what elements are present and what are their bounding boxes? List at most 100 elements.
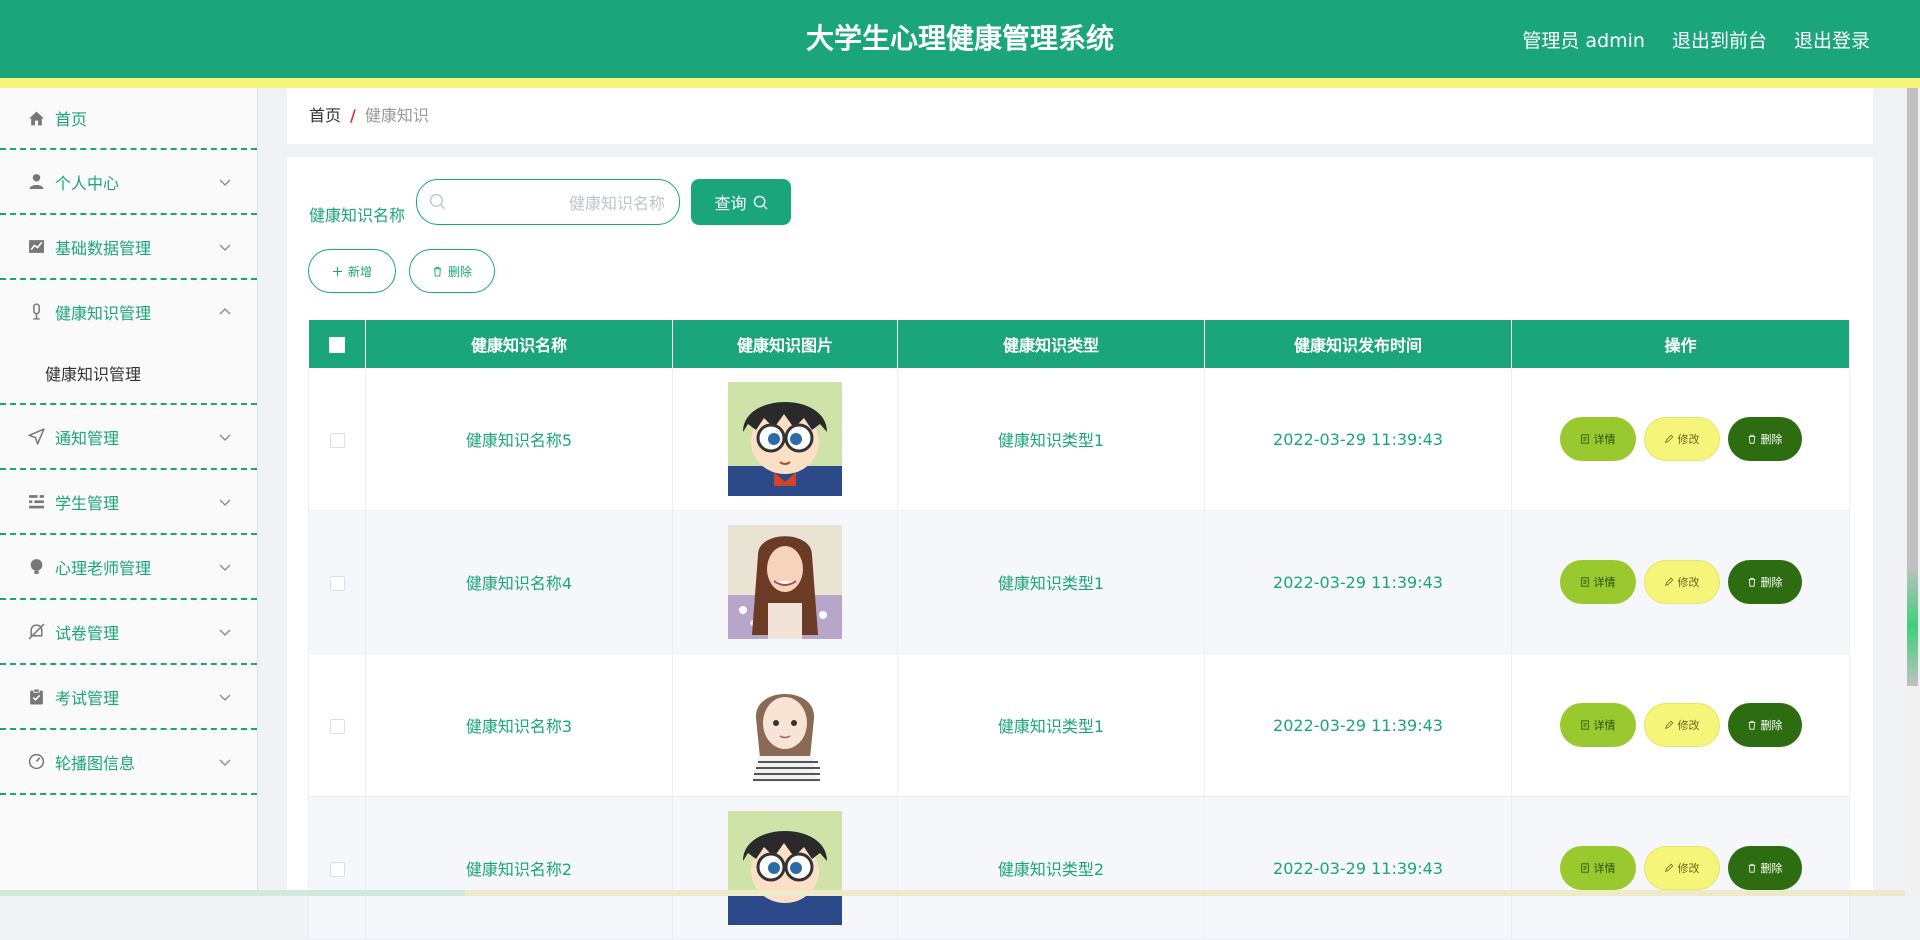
health-knowledge-submenu: 健康知识管理 <box>0 343 257 405</box>
edit-icon <box>1664 720 1673 729</box>
sidebar-item-personal-center[interactable]: 个人中心 <box>0 150 257 215</box>
send-icon <box>27 428 45 446</box>
delete-button[interactable]: 删除 <box>1727 417 1802 461</box>
column-header-name: 健康知识名称 <box>365 320 673 368</box>
exit-to-frontend-link[interactable]: 退出到前台 <box>1672 26 1767 53</box>
home-icon <box>27 109 45 127</box>
detail-button[interactable]: 详情 <box>1559 703 1636 747</box>
document-icon <box>1580 863 1589 873</box>
add-button[interactable]: 新增 <box>308 249 396 293</box>
delete-button[interactable]: 删除 <box>1727 560 1802 604</box>
time-cell: 2022-03-29 11:39:43 <box>1204 510 1512 654</box>
edit-icon <box>1664 577 1673 586</box>
sidebar-item-label: 基础数据管理 <box>55 238 152 258</box>
chevron-down-icon <box>219 499 231 506</box>
batch-delete-button[interactable]: 删除 <box>409 249 495 293</box>
sidebar-item-label: 个人中心 <box>55 173 120 193</box>
name-cell: 健康知识名称4 <box>365 510 673 654</box>
name-cell: 健康知识名称2 <box>365 796 673 940</box>
actions-cell: 详情 修改 删除 <box>1511 653 1850 797</box>
header-stripe <box>0 78 1920 88</box>
sidebar-item-health-knowledge[interactable]: 健康知识管理 <box>0 280 257 343</box>
girl-photo-thumbnail <box>728 525 842 639</box>
detail-button-label: 详情 <box>1593 862 1616 875</box>
detail-button-label: 详情 <box>1593 433 1616 446</box>
column-header-type: 健康知识类型 <box>897 320 1205 368</box>
page-scrollbar[interactable] <box>1905 88 1920 896</box>
chevron-down-icon <box>219 564 231 571</box>
query-button[interactable]: 查询 <box>691 179 791 225</box>
sidebar-item-students[interactable]: 学生管理 <box>0 470 257 535</box>
gauge-icon <box>27 753 45 771</box>
image-cell <box>672 510 898 654</box>
edit-button[interactable]: 修改 <box>1643 560 1720 604</box>
sidebar-item-carousel[interactable]: 轮播图信息 <box>0 730 257 795</box>
sidebar-item-label: 心理老师管理 <box>55 558 152 578</box>
batch-delete-button-label: 删除 <box>447 264 472 279</box>
row-select-cell <box>308 653 366 797</box>
detail-button[interactable]: 详情 <box>1559 560 1636 604</box>
name-cell: 健康知识名称5 <box>365 368 673 511</box>
image-cell <box>672 796 898 940</box>
table-row: 健康知识名称3 健康知识类型1 2022-03-29 11:39:43 详情 修… <box>308 653 1850 797</box>
trash-icon <box>433 266 442 277</box>
submenu-item-health-knowledge[interactable]: 健康知识管理 <box>0 343 257 403</box>
sidebar-item-basic-data[interactable]: 基础数据管理 <box>0 215 257 280</box>
select-all-checkbox[interactable] <box>328 337 345 353</box>
type-cell: 健康知识类型1 <box>897 510 1205 654</box>
document-icon <box>1580 434 1589 444</box>
chevron-down-icon <box>219 629 231 636</box>
chart-icon <box>27 238 45 256</box>
trash-icon <box>1748 720 1755 730</box>
chevron-down-icon <box>219 434 231 441</box>
trash-icon <box>1748 863 1755 873</box>
table-row: 健康知识名称4 健康知识类型1 2022-03-29 11:39:43 详情 修… <box>308 510 1850 654</box>
search-input[interactable] <box>453 180 667 226</box>
bottom-scroll-segment <box>0 890 465 896</box>
admin-user-label: 管理员 admin <box>1522 29 1645 52</box>
table-row: 健康知识名称5 健康知识类型1 2022-03-29 11:39:43 详情 修… <box>308 368 1850 511</box>
delete-button-label: 删除 <box>1760 576 1783 589</box>
search-icon <box>429 193 446 210</box>
row-select-cell <box>308 796 366 940</box>
microphone-icon <box>27 303 45 321</box>
detail-button[interactable]: 详情 <box>1559 417 1636 461</box>
row-checkbox[interactable] <box>329 432 345 448</box>
sidebar-item-notice[interactable]: 通知管理 <box>0 405 257 470</box>
sliders-icon <box>27 493 45 511</box>
main-content: 健康知识名称 查询 新增 删除 健康知识名称 健康知识图片 健康知识类型 健康知… <box>287 157 1873 940</box>
document-icon <box>1580 577 1589 587</box>
detail-button[interactable]: 详情 <box>1559 846 1636 890</box>
delete-button[interactable]: 删除 <box>1727 846 1802 890</box>
time-cell: 2022-03-29 11:39:43 <box>1204 368 1512 511</box>
detail-button-label: 详情 <box>1593 719 1616 732</box>
sidebar-item-papers[interactable]: 试卷管理 <box>0 600 257 665</box>
anime-boy-glasses-thumbnail <box>728 382 842 496</box>
breadcrumb-home[interactable]: 首页 <box>309 106 341 125</box>
edit-button[interactable]: 修改 <box>1643 417 1720 461</box>
clipboard-icon <box>27 688 45 706</box>
breadcrumb-panel: 首页 / 健康知识 <box>287 88 1873 144</box>
edit-button[interactable]: 修改 <box>1643 703 1720 747</box>
type-cell: 健康知识类型1 <box>897 368 1205 511</box>
edit-button[interactable]: 修改 <box>1643 846 1720 890</box>
trash-icon <box>1748 577 1755 587</box>
delete-button-label: 删除 <box>1760 862 1783 875</box>
sidebar-item-label: 健康知识管理 <box>55 303 152 323</box>
search-field[interactable] <box>416 179 680 226</box>
delete-button[interactable]: 删除 <box>1727 703 1802 747</box>
sidebar-item-exams[interactable]: 考试管理 <box>0 665 257 730</box>
sidebar-item-label: 首页 <box>55 110 88 129</box>
sidebar-item-teachers[interactable]: 心理老师管理 <box>0 535 257 600</box>
column-header-time: 健康知识发布时间 <box>1204 320 1512 368</box>
row-checkbox[interactable] <box>329 718 345 734</box>
row-checkbox[interactable] <box>329 575 345 591</box>
row-checkbox[interactable] <box>329 861 345 877</box>
cartoon-girl-sketch-thumbnail <box>728 668 842 782</box>
sidebar-item-home[interactable]: 首页 <box>0 88 257 150</box>
logout-link[interactable]: 退出登录 <box>1794 26 1870 53</box>
chevron-down-icon <box>219 759 231 766</box>
sidebar-item-label: 轮播图信息 <box>55 753 136 773</box>
row-select-cell <box>308 368 366 511</box>
chevron-down-icon <box>219 244 231 251</box>
